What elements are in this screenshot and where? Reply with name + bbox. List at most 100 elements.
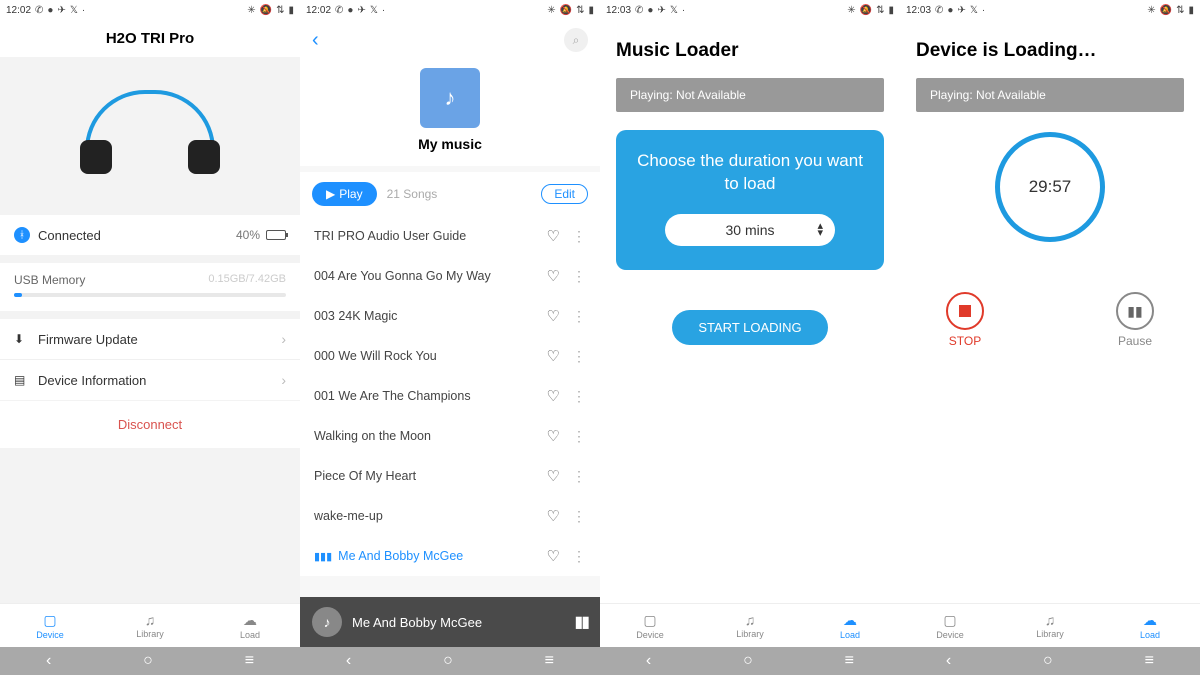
nav-recent[interactable]: ≡: [245, 652, 254, 670]
device-info-row[interactable]: ▤ Device Information ›: [0, 359, 300, 400]
search-button[interactable]: ⌕: [564, 28, 588, 52]
library-icon: ♫: [1045, 612, 1056, 628]
info-icon: ▤: [14, 373, 28, 387]
more-icon[interactable]: ⋮: [572, 468, 586, 485]
more-icon[interactable]: ⋮: [572, 508, 586, 525]
heart-icon[interactable]: ♡: [547, 267, 560, 285]
tab-load[interactable]: ☁Load: [800, 604, 900, 647]
now-playing-bar[interactable]: ♪ Me And Bobby McGee ▮▮: [300, 597, 600, 647]
song-count: 21 Songs: [387, 187, 438, 201]
nav-recent[interactable]: ≡: [545, 652, 554, 670]
song-list: TRI PRO Audio User Guide♡⋮ 004 Are You G…: [300, 216, 600, 576]
nav-home[interactable]: ○: [443, 652, 453, 670]
play-all-button[interactable]: ▶Play: [312, 182, 377, 206]
bottom-tabs: ▢Device ♫Library ☁Load: [600, 603, 900, 647]
song-row[interactable]: TRI PRO Audio User Guide♡⋮: [300, 216, 600, 256]
edit-button[interactable]: Edit: [541, 184, 588, 204]
song-row[interactable]: 001 We Are The Champions♡⋮: [300, 376, 600, 416]
pause-button[interactable]: ▮▮: [574, 612, 588, 632]
heart-icon[interactable]: ♡: [547, 387, 560, 405]
nav-back[interactable]: ‹: [646, 652, 651, 670]
song-row[interactable]: 000 We Will Rock You♡⋮: [300, 336, 600, 376]
more-icon[interactable]: ⋮: [572, 348, 586, 365]
screen-device: 12:02✆●✈𝕏· ✳🔕⇅▮ H2O TRI Pro ᚼ Connected …: [0, 0, 300, 647]
tab-load[interactable]: ☁Load: [1100, 604, 1200, 647]
playing-banner: Playing: Not Available: [616, 78, 884, 112]
library-icon: ♫: [745, 612, 756, 628]
wifi-icon: ⇅: [276, 5, 284, 16]
more-icon[interactable]: ⋮: [572, 548, 586, 565]
music-tile-icon: ♪: [420, 68, 480, 128]
duration-dropdown[interactable]: 30 mins ▴▾: [665, 214, 835, 246]
tab-library[interactable]: ♫Library: [1000, 604, 1100, 647]
tab-load[interactable]: ☁Load: [200, 604, 300, 647]
status-bar: 12:02✆●✈𝕏· ✳🔕⇅▮: [0, 0, 300, 20]
clock: 12:03: [606, 5, 631, 16]
page-title: Device is Loading…: [916, 40, 1184, 62]
tab-library[interactable]: ♫Library: [100, 604, 200, 647]
stop-label: STOP: [949, 334, 981, 348]
more-icon[interactable]: ⋮: [572, 308, 586, 325]
updown-icon: ▴▾: [817, 223, 823, 236]
dot-icon: ·: [82, 5, 85, 16]
pause-icon: ▮▮: [1116, 292, 1154, 330]
back-button[interactable]: ‹: [312, 29, 319, 52]
tab-device[interactable]: ▢Device: [0, 604, 100, 647]
status-bar: 12:02✆●✈𝕏· ✳🔕⇅▮: [300, 0, 600, 20]
screen-loader: 12:03✆●✈𝕏· ✳🔕⇅▮ Music Loader Playing: No…: [600, 0, 900, 647]
nav-home[interactable]: ○: [743, 652, 753, 670]
nav-recent[interactable]: ≡: [1145, 652, 1154, 670]
song-row[interactable]: Piece Of My Heart♡⋮: [300, 456, 600, 496]
disconnect-button[interactable]: Disconnect: [0, 401, 300, 448]
heart-icon[interactable]: ♡: [547, 547, 560, 565]
battery-percent: 40%: [236, 228, 260, 242]
more-icon[interactable]: ⋮: [572, 228, 586, 245]
library-title: My music: [418, 136, 482, 152]
chevron-right-icon: ›: [281, 331, 286, 347]
song-row[interactable]: wake-me-up♡⋮: [300, 496, 600, 536]
chevron-right-icon: ›: [281, 372, 286, 388]
heart-icon[interactable]: ♡: [547, 227, 560, 245]
heart-icon[interactable]: ♡: [547, 307, 560, 325]
tab-device[interactable]: ▢Device: [600, 604, 700, 647]
nav-recent[interactable]: ≡: [845, 652, 854, 670]
clock: 12:02: [306, 5, 331, 16]
load-icon: ☁: [843, 612, 857, 629]
screen-loading: 12:03✆●✈𝕏· ✳🔕⇅▮ Device is Loading… Playi…: [900, 0, 1200, 647]
song-row[interactable]: Walking on the Moon♡⋮: [300, 416, 600, 456]
nav-back[interactable]: ‹: [46, 652, 51, 670]
tab-library[interactable]: ♫Library: [700, 604, 800, 647]
heart-icon[interactable]: ♡: [547, 347, 560, 365]
nav-home[interactable]: ○: [1043, 652, 1053, 670]
connection-row[interactable]: ᚼ Connected 40%: [0, 215, 300, 255]
nav-home[interactable]: ○: [143, 652, 153, 670]
song-row[interactable]: 003 24K Magic♡⋮: [300, 296, 600, 336]
heart-icon[interactable]: ♡: [547, 427, 560, 445]
twitter-icon: 𝕏: [70, 5, 78, 16]
telegram-icon: ✈: [57, 5, 65, 16]
pause-control[interactable]: ▮▮ Pause: [1116, 292, 1154, 348]
song-row[interactable]: 004 Are You Gonna Go My Way♡⋮: [300, 256, 600, 296]
more-icon[interactable]: ⋮: [572, 268, 586, 285]
bottom-tabs: ▢Device ♫Library ☁Load: [0, 603, 300, 647]
more-icon[interactable]: ⋮: [572, 388, 586, 405]
library-icon: ♫: [145, 612, 156, 628]
page-title: Music Loader: [616, 40, 884, 62]
stop-icon: [946, 292, 984, 330]
heart-icon[interactable]: ♡: [547, 467, 560, 485]
firmware-row[interactable]: ⬇ Firmware Update ›: [0, 319, 300, 359]
screen-library: 12:02✆●✈𝕏· ✳🔕⇅▮ ‹ ⌕ ♪ My music ▶Play 21 …: [300, 0, 600, 647]
playing-banner: Playing: Not Available: [916, 78, 1184, 112]
heart-icon[interactable]: ♡: [547, 507, 560, 525]
nav-back[interactable]: ‹: [346, 652, 351, 670]
nav-back[interactable]: ‹: [946, 652, 951, 670]
song-row-playing[interactable]: ▮▮▮Me And Bobby McGee♡⋮: [300, 536, 600, 576]
timer-value: 29:57: [1029, 177, 1072, 197]
timer-ring: 29:57: [995, 132, 1105, 242]
start-loading-button[interactable]: START LOADING: [672, 310, 827, 345]
tab-device[interactable]: ▢Device: [900, 604, 1000, 647]
usb-bar: [14, 293, 286, 297]
stop-control[interactable]: STOP: [946, 292, 984, 348]
download-icon: ⬇: [14, 332, 28, 346]
more-icon[interactable]: ⋮: [572, 428, 586, 445]
